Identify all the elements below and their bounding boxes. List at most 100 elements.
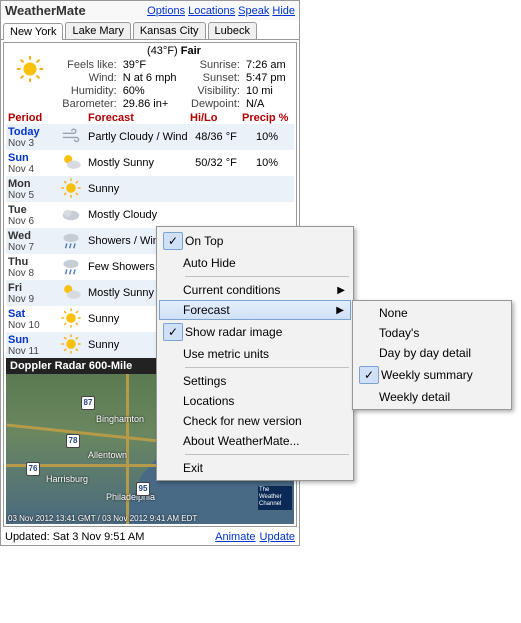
detail-cell: 7:26 am (246, 59, 290, 71)
menu-item-today-s[interactable]: Today's (355, 323, 509, 343)
fc-header-cell (58, 112, 88, 124)
forecast-row[interactable]: MonNov 5 Sunny (6, 176, 294, 202)
menu-item-weekly-detail[interactable]: Weekly detail (355, 387, 509, 407)
tab-kansas-city[interactable]: Kansas City (133, 22, 206, 39)
fc-day: Thu (8, 256, 58, 268)
weather-channel-logo: The Weather Channel (258, 486, 292, 510)
menu-label: Use metric units (183, 347, 269, 361)
detail-cell: Dewpoint: (187, 98, 240, 110)
fc-date: Nov 10 (8, 320, 58, 331)
fc-header-cell: Hi/Lo (190, 112, 242, 124)
check-icon: ✓ (163, 323, 183, 341)
fc-date: Nov 8 (8, 268, 58, 279)
menu-label: Auto Hide (183, 256, 236, 270)
route-shield: 95 (136, 482, 150, 496)
detail-cell: Barometer: (58, 98, 117, 110)
forecast-submenu[interactable]: NoneToday'sDay by day detail✓Weekly summ… (352, 300, 512, 410)
fc-precip: 10% (242, 131, 292, 143)
tab-lake-mary[interactable]: Lake Mary (65, 22, 130, 39)
fc-day: Sun (8, 152, 58, 164)
submenu-arrow-icon: ▶ (336, 305, 344, 316)
fc-header-cell: Forecast (88, 112, 190, 124)
menu-item-exit[interactable]: Exit (159, 458, 351, 478)
menu-label: On Top (185, 234, 223, 248)
menu-item-about-weathermate-[interactable]: About WeatherMate... (159, 431, 351, 451)
fc-icon-rain (58, 255, 86, 279)
detail-cell: Visibility: (187, 85, 240, 97)
route-shield: 87 (81, 396, 95, 410)
fc-day: Wed (8, 230, 58, 242)
tab-lubeck[interactable]: Lubeck (208, 22, 257, 39)
menu-item-use-metric-units[interactable]: Use metric units (159, 344, 351, 364)
fc-precip: 10% (242, 157, 292, 169)
fc-icon-cloud (58, 203, 86, 227)
menu-label: About WeatherMate... (183, 434, 300, 448)
fc-day: Tue (8, 204, 58, 216)
menu-item-on-top[interactable]: ✓On Top (159, 229, 351, 253)
fc-hilo: 48/36 °F (190, 131, 242, 143)
detail-cell: 39°F (123, 59, 181, 71)
menu-label: Today's (379, 326, 419, 340)
current-cond: Fair (181, 45, 201, 57)
route-shield: 78 (66, 434, 80, 448)
menu-item-auto-hide[interactable]: Auto Hide (159, 253, 351, 273)
menu-label: Exit (183, 461, 203, 475)
detail-cell: 10 mi (246, 85, 290, 97)
detail-cell: Sunrise: (187, 59, 240, 71)
menu-item-none[interactable]: None (355, 303, 509, 323)
menu-item-weekly-summary[interactable]: ✓Weekly summary (355, 363, 509, 387)
fc-cond: Sunny (88, 183, 190, 195)
fc-header-cell: Precip % (242, 112, 292, 124)
link-locations[interactable]: Locations (188, 5, 235, 17)
current-conditions: (43°F) Fair Feels like: 39°F Sunrise: 7:26 … (6, 45, 294, 112)
link-speak[interactable]: Speak (238, 5, 269, 17)
fc-day: Today (8, 126, 58, 138)
radar-timestamp: 03 Nov 2012 13:41 GMT / 03 Nov 2012 9:41… (8, 514, 292, 523)
check-icon: ✓ (359, 366, 379, 384)
updated-label: Updated: (5, 531, 50, 543)
detail-cell: Humidity: (58, 85, 117, 97)
fc-day: Fri (8, 282, 58, 294)
menu-separator (185, 367, 349, 368)
detail-cell: Sunset: (187, 72, 240, 84)
map-city: Binghamton (96, 414, 144, 424)
menu-label: Locations (183, 394, 234, 408)
fc-icon-sun (58, 177, 86, 201)
current-summary: (43°F) Fair (54, 45, 294, 57)
title-links: OptionsLocationsSpeakHide (144, 5, 295, 17)
menu-item-forecast[interactable]: Forecast▶ (159, 300, 351, 320)
statusbar: Updated: Sat 3 Nov 9:51 AM AnimateUpdate (1, 529, 299, 545)
menu-label: Day by day detail (379, 346, 471, 360)
detail-cell: N at 6 mph (123, 72, 181, 84)
map-city: Harrisburg (46, 474, 88, 484)
fc-cond: Mostly Cloudy (88, 209, 190, 221)
menu-label: Show radar image (185, 325, 282, 339)
link-options[interactable]: Options (147, 5, 185, 17)
menu-label: Weekly detail (379, 390, 450, 404)
fc-icon-msun (58, 281, 86, 305)
tab-new-york[interactable]: New York (3, 23, 63, 40)
detail-cell: 5:47 pm (246, 72, 290, 84)
menu-item-current-conditions[interactable]: Current conditions▶ (159, 280, 351, 300)
footer-links: Animate Update (211, 531, 295, 543)
menu-item-locations[interactable]: Locations (159, 391, 351, 411)
link-hide[interactable]: Hide (272, 5, 295, 17)
link-animate[interactable]: Animate (215, 531, 255, 543)
menu-item-settings[interactable]: Settings (159, 371, 351, 391)
detail-cell: Feels like: (58, 59, 117, 71)
context-menu[interactable]: ✓On TopAuto HideCurrent conditions▶Forec… (156, 226, 354, 481)
submenu-arrow-icon: ▶ (337, 285, 345, 296)
forecast-row[interactable]: TodayNov 3 Partly Cloudy / Wind 48/36 °F… (6, 124, 294, 150)
menu-item-check-for-new-version[interactable]: Check for new version (159, 411, 351, 431)
fc-date: Nov 4 (8, 164, 58, 175)
forecast-header: PeriodForecastHi/LoPrecip % (6, 112, 294, 124)
fc-icon-msun (58, 151, 86, 175)
fc-day: Sat (8, 308, 58, 320)
menu-item-show-radar-image[interactable]: ✓Show radar image (159, 320, 351, 344)
check-icon: ✓ (163, 232, 183, 250)
forecast-row[interactable]: TueNov 6 Mostly Cloudy (6, 202, 294, 228)
forecast-row[interactable]: SunNov 4 Mostly Sunny 50/32 °F 10% (6, 150, 294, 176)
menu-item-day-by-day-detail[interactable]: Day by day detail (355, 343, 509, 363)
menu-label: Weekly summary (381, 368, 473, 382)
link-update[interactable]: Update (260, 531, 295, 543)
